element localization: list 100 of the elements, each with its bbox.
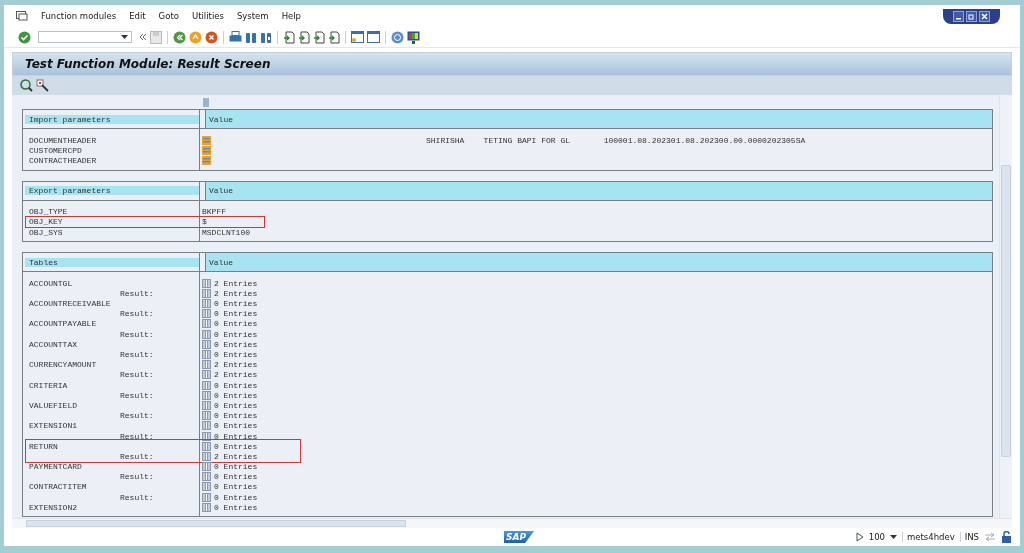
table-icon[interactable] [202,329,211,339]
column-header: Export parameters [25,186,199,196]
double-chevron-icon[interactable] [139,33,147,41]
column-header: Value [205,181,992,200]
table-icon[interactable] [202,278,211,288]
magnifier-icon[interactable] [20,79,33,92]
table-name: ACCOUNTRECEIVABLE [29,299,111,309]
entry-count: 0 Entries [214,390,258,400]
table-icon[interactable] [202,319,211,329]
table-icon[interactable] [202,400,211,410]
table-icon[interactable] [202,339,211,349]
entry-count: 2 Entries [214,360,258,370]
parameter-value: MSDCLNT100 [202,227,250,237]
close-icon[interactable] [979,10,990,22]
cancel-icon[interactable] [205,30,218,44]
table-icon[interactable] [202,492,211,502]
entry-count: 0 Entries [214,441,258,451]
parameter-name: OBJ_SYS [29,227,63,237]
menu-item[interactable]: Function modules [41,11,117,21]
result-label: Result: [120,492,154,502]
monitor-icon[interactable] [407,30,420,44]
enter-icon[interactable] [18,30,31,44]
table-icon[interactable] [202,390,211,400]
pointer-icon[interactable] [36,79,49,92]
back-icon[interactable] [173,30,186,44]
table-icon[interactable] [202,288,211,298]
table-name: EXTENSION1 [29,421,77,431]
table-name: CURRENCYAMOUNT [29,360,97,370]
play-icon[interactable] [855,532,864,542]
table-icon[interactable] [202,350,211,360]
table-icon[interactable] [202,421,211,431]
table-icon[interactable] [202,360,211,370]
vertical-scrollbar[interactable] [999,95,1012,518]
dropdown-caret-icon[interactable] [890,535,897,539]
print-icon[interactable] [229,31,242,43]
menu-item[interactable]: Edit [129,11,146,21]
menu-item[interactable]: System [236,11,269,21]
table-icon[interactable] [202,472,211,482]
result-label: Result: [120,329,154,339]
screen-title: Test Function Module: Result Screen [25,57,271,71]
lock-icon[interactable] [1001,531,1012,543]
structure-icon[interactable] [202,155,211,165]
minimize-icon[interactable] [953,10,964,22]
table-icon[interactable] [202,380,211,390]
table-icon[interactable] [202,309,211,319]
parameter-name: OBJ_TYPE [29,207,68,217]
parameter-name: CUSTOMERCPD [29,145,82,155]
help-icon[interactable] [391,30,404,44]
structure-icon[interactable] [202,145,211,155]
result-label: Result: [120,370,154,380]
menu-item[interactable]: Goto [158,11,179,21]
menu-item[interactable]: Utilities [191,11,224,21]
entry-count: 2 Entries [214,370,258,380]
result-label: Result: [120,350,154,360]
table-name: VALUEFIELD [29,400,77,410]
dropdown-caret-icon[interactable] [121,35,128,39]
restore-icon[interactable] [966,10,977,22]
new-window-icon[interactable] [351,31,364,43]
page-arrow-icon[interactable] [328,30,340,44]
structure-icon[interactable] [202,135,211,145]
horizontal-scrollbar[interactable] [12,518,1012,528]
page-arrow-icon[interactable] [283,30,295,44]
table-icon[interactable] [202,411,211,421]
result-label: Result: [120,472,154,482]
parameter-name: DOCUMENTHEADER [29,135,97,145]
entry-count: 0 Entries [214,319,258,329]
table-name: ACCOUNTGL [29,278,73,288]
table-icon[interactable] [202,441,211,451]
table-icon[interactable] [202,299,211,309]
page-arrow-icon[interactable] [313,30,325,44]
parameter-value: BKPFF [202,207,226,217]
table-icon[interactable] [202,451,211,461]
entry-count: 0 Entries [214,299,258,309]
table-icon[interactable] [202,431,211,441]
table-icon[interactable] [202,370,211,380]
table-icon[interactable] [202,482,211,492]
entry-count: 0 Entries [214,411,258,421]
menu-item[interactable]: Help [281,11,302,21]
parameter-value: SHIRISHA TETING BAPI FOR GL 100001.08.202301.08.202300.00.0000202305SA [426,135,806,145]
result-label: Result: [120,411,154,421]
column-marker [203,97,209,107]
page-arrow-icon[interactable] [298,30,310,44]
column-header: Value [205,253,992,272]
scroll-thumb[interactable] [26,520,406,527]
entry-count: 0 Entries [214,339,258,349]
entry-count: 0 Entries [214,502,258,512]
exit-icon[interactable] [189,30,202,44]
zoom-level[interactable]: 100 [868,532,885,542]
table-icon[interactable] [202,462,211,472]
window-icon[interactable] [367,31,380,43]
command-field[interactable] [38,31,132,43]
table-icon[interactable] [202,502,211,512]
result-label: Result: [120,309,154,319]
entry-count: 2 Entries [214,288,258,298]
entry-count: 0 Entries [214,380,258,390]
column-header: Import parameters [25,114,199,124]
table-name: ACCOUNTPAYABLE [29,319,97,329]
system-menu-icon[interactable] [16,11,28,21]
result-label: Result: [120,390,154,400]
scroll-thumb[interactable] [1001,165,1011,457]
